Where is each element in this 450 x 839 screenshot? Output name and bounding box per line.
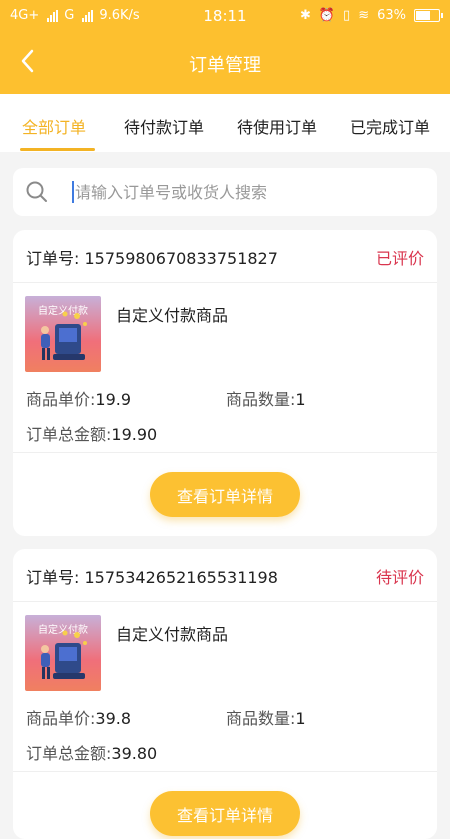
quantity: 商品数量:1 xyxy=(226,386,306,410)
order-number-label: 订单号: xyxy=(26,249,80,268)
search-input[interactable] xyxy=(75,180,405,204)
divider xyxy=(13,452,437,453)
view-order-details-button[interactable]: 查看订单详情 xyxy=(150,472,300,517)
order-total: 订单总金额:19.90 xyxy=(26,421,157,445)
unit-price-value: 19.9 xyxy=(95,390,132,409)
order-total-label: 订单总金额: xyxy=(26,744,112,763)
unit-price-label: 商品单价: xyxy=(26,709,96,728)
tab-completed[interactable]: 已完成订单 xyxy=(350,114,430,138)
search-icon xyxy=(25,180,49,204)
quantity: 商品数量:1 xyxy=(226,705,306,729)
status-bar: 4G+ G 9.6K/s 18:11 ✱ ⏰ ▯ ≋ 63% xyxy=(0,0,450,32)
order-total-value: 19.90 xyxy=(111,425,158,444)
view-order-details-button[interactable]: 查看订单详情 xyxy=(150,791,300,836)
product-name: 自定义付款商品 xyxy=(116,625,229,644)
order-total-label: 订单总金额: xyxy=(26,425,112,444)
order-header: 订单号: 1575342652165531198 待评价 xyxy=(13,549,437,602)
order-total: 订单总金额:39.80 xyxy=(26,740,157,764)
battery-percent: 63% xyxy=(377,8,406,23)
order-number: 订单号: 1575342652165531198 xyxy=(26,564,278,588)
unit-price-value: 39.8 xyxy=(95,709,132,728)
unit-price: 商品单价:19.9 xyxy=(26,386,131,410)
page-title: 订单管理 xyxy=(189,55,261,76)
order-total-value: 39.80 xyxy=(111,744,158,763)
order-card: 订单号: 1575342652165531198 待评价 自定义付款 自定义付款… xyxy=(13,549,437,839)
search-bar[interactable] xyxy=(13,168,437,216)
unit-price-label: 商品单价: xyxy=(26,390,96,409)
vibrate-icon: ▯ xyxy=(343,8,351,23)
quantity-label: 商品数量: xyxy=(226,709,296,728)
nav-bar: 订单管理 xyxy=(0,32,450,94)
quantity-value: 1 xyxy=(295,390,306,409)
product-thumbnail[interactable]: 自定义付款 xyxy=(25,615,101,691)
text-caret xyxy=(72,181,74,203)
wifi-icon: ≋ xyxy=(358,8,370,23)
payment-illustration-icon xyxy=(41,311,87,360)
product-name: 自定义付款商品 xyxy=(116,306,229,325)
active-tab-indicator xyxy=(20,148,95,151)
order-number: 订单号: 1575980670833751827 xyxy=(26,245,278,269)
tab-all-orders[interactable]: 全部订单 xyxy=(22,114,86,138)
order-number-value: 1575342652165531198 xyxy=(84,568,278,587)
quantity-label: 商品数量: xyxy=(226,390,296,409)
quantity-value: 1 xyxy=(295,709,306,728)
order-status: 已评价 xyxy=(375,249,424,268)
order-header: 订单号: 1575980670833751827 已评价 xyxy=(13,230,437,283)
payment-illustration-icon xyxy=(41,630,87,679)
status-right: ✱ ⏰ ▯ ≋ 63% xyxy=(299,8,443,23)
bluetooth-icon: ✱ xyxy=(299,8,311,23)
battery-icon xyxy=(414,9,443,22)
order-number-label: 订单号: xyxy=(26,568,80,587)
unit-price: 商品单价:39.8 xyxy=(26,705,131,729)
order-card: 订单号: 1575980670833751827 已评价 自定义付款 自定义付款… xyxy=(13,230,437,536)
product-thumbnail[interactable]: 自定义付款 xyxy=(25,296,101,372)
order-status: 待评价 xyxy=(375,568,424,587)
order-number-value: 1575980670833751827 xyxy=(84,249,278,268)
divider xyxy=(13,771,437,772)
tab-pending-payment[interactable]: 待付款订单 xyxy=(124,114,204,138)
tab-pending-use[interactable]: 待使用订单 xyxy=(237,114,317,138)
order-tabs: 全部订单 待付款订单 待使用订单 已完成订单 xyxy=(0,94,450,152)
alarm-icon: ⏰ xyxy=(318,8,336,23)
